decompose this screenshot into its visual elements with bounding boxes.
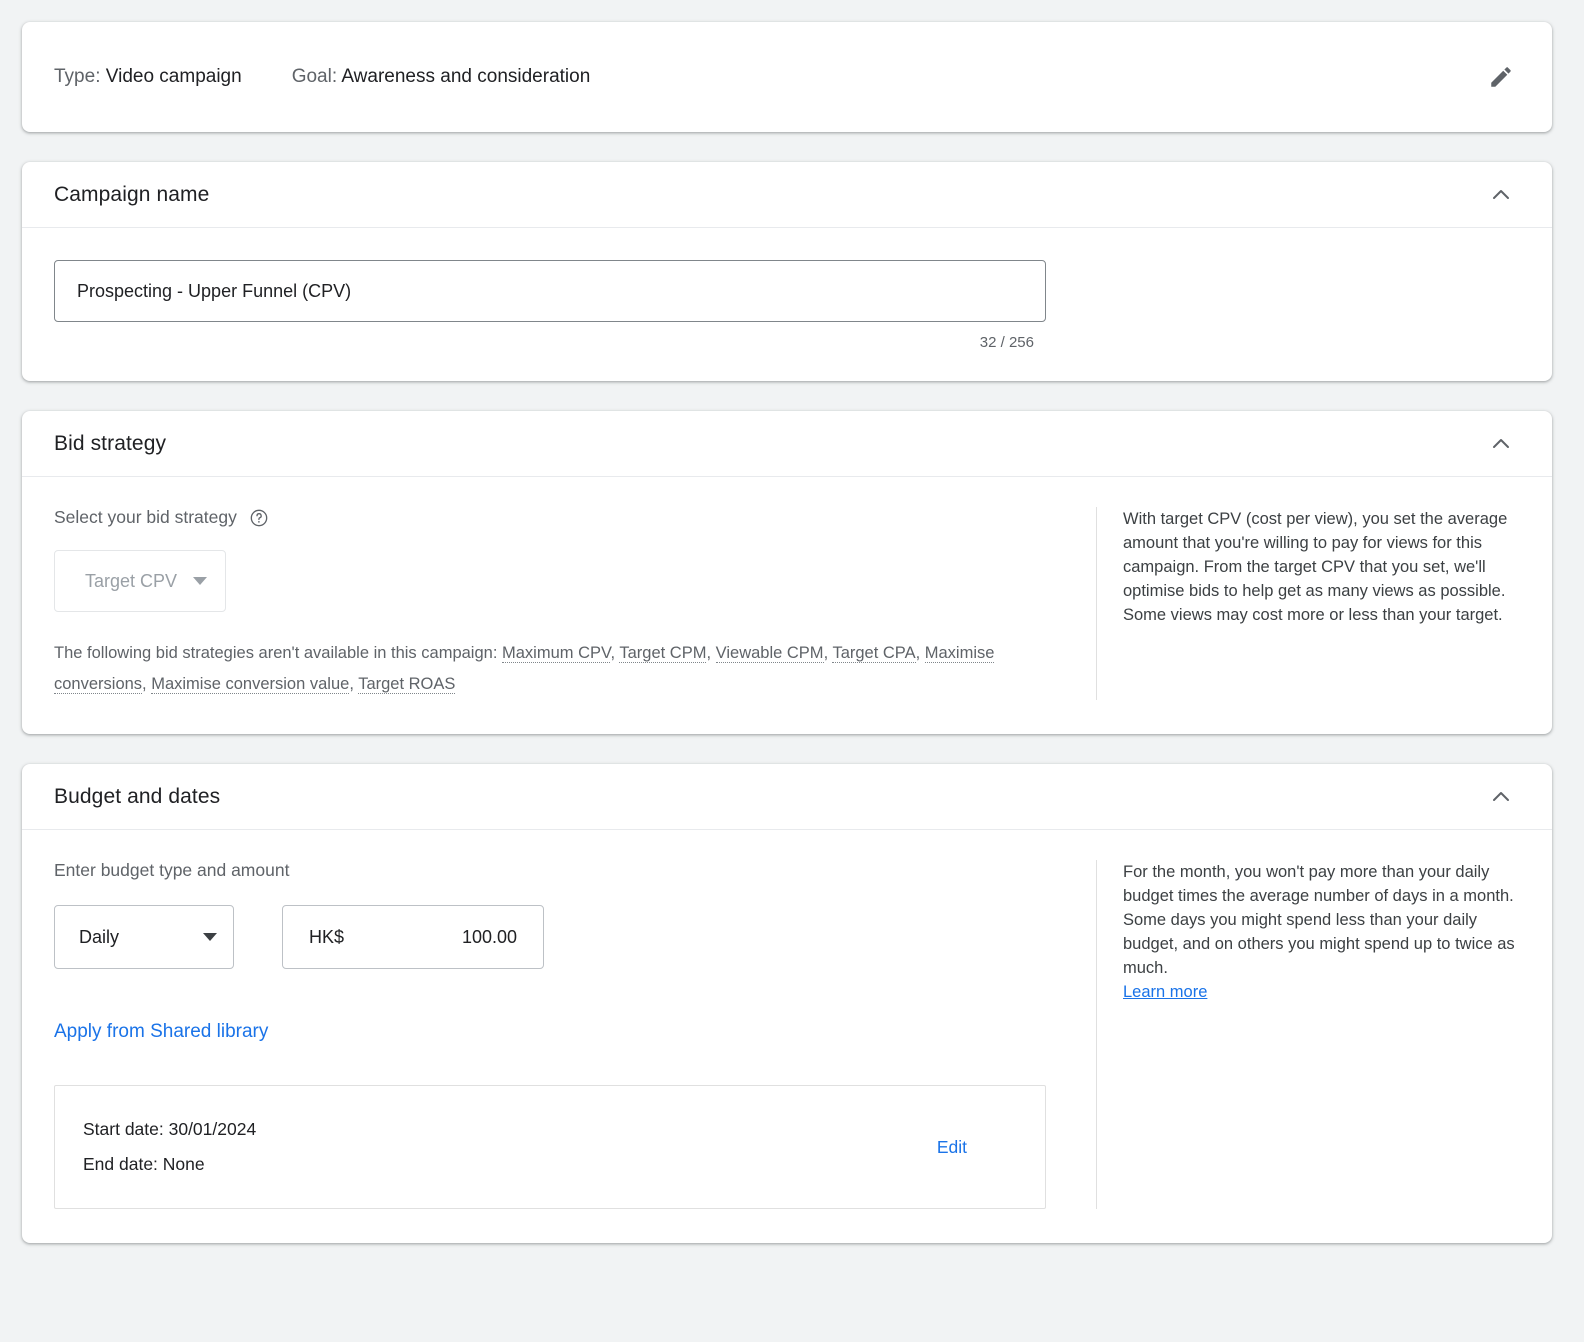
chevron-up-icon[interactable]: [1484, 427, 1518, 461]
budget-type-select[interactable]: Daily: [54, 905, 234, 969]
budget-currency: HK$: [309, 926, 345, 947]
apply-shared-library-button[interactable]: Apply from Shared library: [54, 1021, 268, 1043]
budget-title: Budget and dates: [54, 784, 221, 808]
bid-strategy-selected-value: Target CPV: [85, 570, 178, 591]
unavailable-item[interactable]: Target ROAS: [358, 675, 456, 694]
bid-strategy-label-text: Select your bid strategy: [54, 507, 237, 527]
budget-help-panel: For the month, you won't pay more than y…: [1096, 860, 1518, 1209]
budget-description: For the month, you won't pay more than y…: [1123, 863, 1515, 977]
campaign-goal: Goal: Awareness and consideration: [292, 66, 591, 88]
summary-items: Type: Video campaign Goal: Awareness and…: [54, 66, 1484, 88]
chevron-down-icon: [193, 577, 208, 585]
start-date: Start date: 30/01/2024: [83, 1119, 257, 1139]
bid-strategy-description: With target CPV (cost per view), you set…: [1123, 510, 1508, 624]
help-circle-icon[interactable]: [249, 508, 269, 528]
campaign-summary-card: Type: Video campaign Goal: Awareness and…: [22, 22, 1552, 132]
budget-type-value: Daily: [79, 926, 120, 947]
campaign-name-title: Campaign name: [54, 182, 210, 206]
unavailable-bid-strategies: The following bid strategies aren't avai…: [54, 644, 995, 694]
campaign-settings-page: Type: Video campaign Goal: Awareness and…: [0, 0, 1584, 1243]
campaign-name-char-count: 32 / 256: [979, 334, 1034, 351]
budget-inputs-row: Daily HK$ 100.00: [54, 905, 1084, 969]
bid-strategy-controls: Select your bid strategy Target CPV The: [54, 507, 1084, 700]
edit-dates-link[interactable]: Edit: [937, 1137, 1015, 1158]
campaign-type-value: Video campaign: [105, 66, 242, 87]
bid-strategy-card: Bid strategy Select your bid strategy Ta…: [22, 411, 1552, 734]
campaign-dates-text: Start date: 30/01/2024 End date: None: [83, 1112, 937, 1182]
bid-strategy-title: Bid strategy: [54, 431, 167, 455]
campaign-type: Type: Video campaign: [54, 66, 242, 88]
campaign-name-input[interactable]: [54, 260, 1046, 322]
bid-strategy-header: Bid strategy: [22, 411, 1552, 477]
pencil-icon[interactable]: [1484, 60, 1518, 94]
unavailable-item[interactable]: Maximise conversion value: [151, 675, 350, 694]
chevron-down-icon: [203, 933, 217, 941]
bid-strategy-body: Select your bid strategy Target CPV The: [22, 477, 1552, 734]
unavailable-item[interactable]: Target CPM: [619, 644, 707, 663]
budget-body: Enter budget type and amount Daily HK$ 1…: [22, 830, 1552, 1243]
campaign-dates-box: Start date: 30/01/2024 End date: None Ed…: [54, 1085, 1046, 1209]
chevron-up-icon[interactable]: [1484, 780, 1518, 814]
budget-amount-field[interactable]: HK$ 100.00: [282, 905, 544, 969]
campaign-goal-label: Goal:: [291, 66, 338, 87]
budget-controls: Enter budget type and amount Daily HK$ 1…: [54, 860, 1084, 1209]
budget-field-label: Enter budget type and amount: [54, 860, 1084, 881]
budget-header: Budget and dates: [22, 764, 1552, 830]
unavailable-item[interactable]: Maximum CPV: [501, 644, 611, 663]
campaign-name-body: 32 / 256: [22, 228, 1552, 381]
unavailable-prefix: The following bid strategies aren't avai…: [54, 644, 502, 662]
end-date: End date: None: [83, 1154, 205, 1174]
bid-strategy-field-label: Select your bid strategy: [54, 507, 1084, 528]
unavailable-item[interactable]: Viewable CPM: [715, 644, 824, 663]
bid-strategy-select[interactable]: Target CPV: [54, 550, 227, 612]
budget-amount-value: 100.00: [461, 926, 517, 947]
unavailable-item[interactable]: Target CPA: [832, 644, 916, 663]
campaign-name-header: Campaign name: [22, 162, 1552, 228]
campaign-name-card: Campaign name 32 / 256: [22, 162, 1552, 381]
chevron-up-icon[interactable]: [1484, 178, 1518, 212]
learn-more-link[interactable]: Learn more: [1123, 983, 1207, 1001]
budget-and-dates-card: Budget and dates Enter budget type and a…: [22, 764, 1552, 1243]
budget-label-text: Enter budget type and amount: [54, 860, 290, 880]
campaign-goal-value: Awareness and consideration: [341, 66, 591, 87]
campaign-type-label: Type:: [54, 66, 101, 87]
bid-strategy-help-panel: With target CPV (cost per view), you set…: [1096, 507, 1518, 700]
